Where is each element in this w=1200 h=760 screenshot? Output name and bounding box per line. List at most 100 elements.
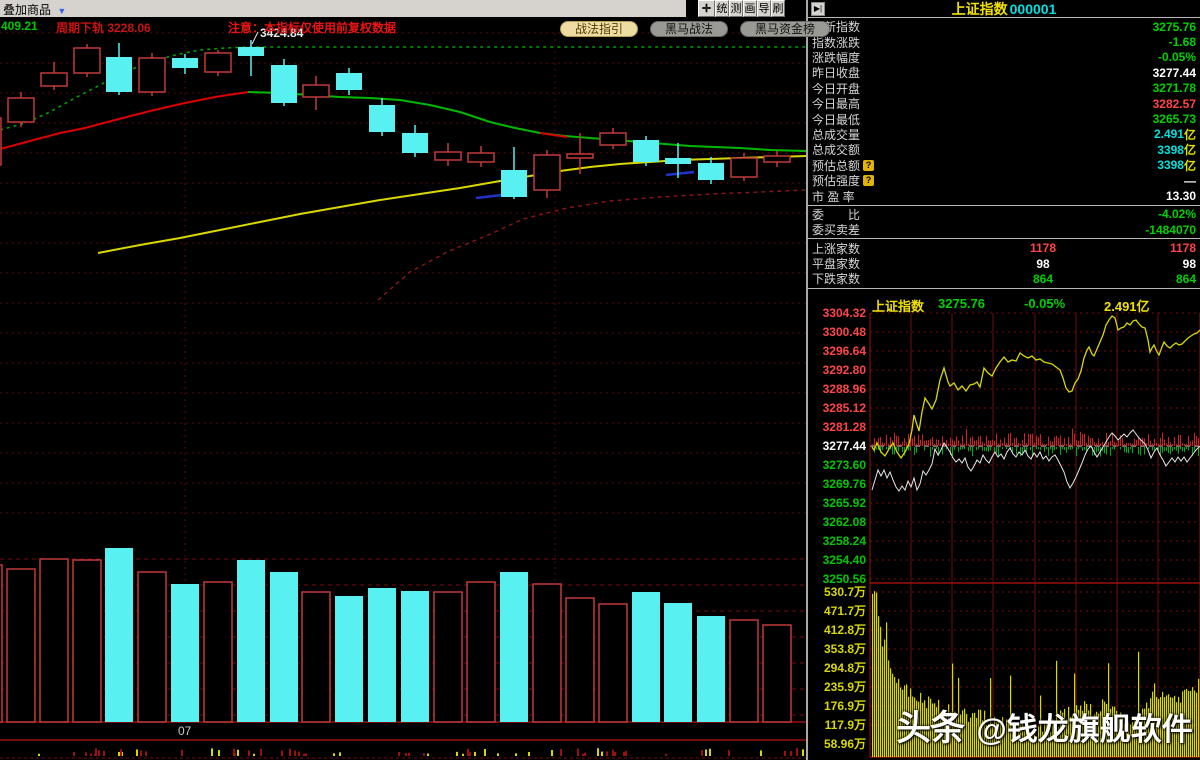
toolbar-button-5[interactable]: 刷 xyxy=(771,0,785,17)
volume-axis-label: 294.8万 xyxy=(824,661,866,675)
candle xyxy=(106,57,132,92)
candle xyxy=(73,47,101,74)
toolbar-button-1[interactable]: 统 xyxy=(715,0,729,17)
watermark: 头条 @钱龙旗舰软件 xyxy=(896,700,1193,751)
volume-bar xyxy=(6,568,36,723)
weekly-kline-chart[interactable]: 3424.84 07 xyxy=(0,0,806,760)
strategy-button-row: 战法指引 黑马战法 黑马资金榜 xyxy=(560,21,831,37)
candle xyxy=(369,105,395,132)
candle xyxy=(0,117,2,166)
volume-bar xyxy=(729,619,759,723)
price-axis-label: 3262.08 xyxy=(823,515,867,529)
candle xyxy=(238,47,264,56)
volume-bar xyxy=(0,564,3,723)
weekly-kline-pane: 3424.84 07 叠加商品 ▼ ✛ 统测画导刷 409.21 周期下轨 322… xyxy=(0,0,831,760)
candle xyxy=(302,84,330,98)
price-axis-label: 3250.56 xyxy=(823,572,867,586)
price-axis-label: 3285.12 xyxy=(823,401,867,415)
candle xyxy=(7,97,35,123)
volume-bar xyxy=(301,591,331,723)
candle xyxy=(533,154,561,191)
volume-bar xyxy=(500,572,528,722)
volume-axis-label: 235.9万 xyxy=(824,680,866,694)
price-axis-label: 3281.28 xyxy=(823,420,867,434)
price-axis-label: 3269.76 xyxy=(823,477,867,491)
price-axis-label: 3258.24 xyxy=(823,534,867,548)
candle xyxy=(434,151,462,161)
qianlong-trading-app: 3424.84 07 叠加商品 ▼ ✛ 统测画导刷 409.21 周期下轨 322… xyxy=(0,0,1200,760)
volume-axis-label: 471.7万 xyxy=(824,604,866,618)
volume-bar xyxy=(762,624,792,723)
candle xyxy=(336,73,362,90)
candle xyxy=(138,57,166,93)
volume-bar xyxy=(237,560,265,722)
price-axis-label: 3292.80 xyxy=(823,363,867,377)
candle xyxy=(204,52,232,73)
toolbar-button-3[interactable]: 画 xyxy=(743,0,757,17)
x-axis-month-label: 07 xyxy=(178,724,192,738)
volume-bar xyxy=(598,603,628,723)
pan-icon[interactable]: ✛ xyxy=(698,0,715,17)
volume-bar xyxy=(203,581,233,723)
candle xyxy=(730,157,758,178)
candle xyxy=(633,140,659,162)
volume-bar xyxy=(137,571,167,723)
price-axis-label: 3254.40 xyxy=(823,553,867,567)
toolbar-button-4[interactable]: 导 xyxy=(757,0,771,17)
volume-bar xyxy=(401,591,429,722)
candle xyxy=(40,72,68,87)
price-axis-label: 3296.64 xyxy=(823,344,867,358)
peak-price-label: 3424.84 xyxy=(260,26,304,40)
volume-bar xyxy=(532,583,562,723)
candle xyxy=(467,152,495,163)
quote-panel: 3304.32 3300.48 3296.64 3292.80 3288.96 3285.… xyxy=(806,0,1200,760)
dropdown-arrow-icon: ▼ xyxy=(57,6,67,16)
candle xyxy=(402,133,428,153)
chart-toolbar: ✛ 统测画导刷 xyxy=(698,0,785,17)
volume-bar xyxy=(565,597,595,723)
candle xyxy=(763,155,791,163)
toolbar-button-2[interactable]: 测 xyxy=(729,0,743,17)
candle xyxy=(271,65,297,103)
intraday-chart[interactable]: 3304.32 3300.48 3296.64 3292.80 3288.96 3285.… xyxy=(808,0,1200,760)
volume-axis-label: 353.8万 xyxy=(824,642,866,656)
volume-bar xyxy=(632,592,660,722)
candle xyxy=(501,170,527,197)
price-axis-label: 3288.96 xyxy=(823,382,867,396)
candle xyxy=(566,153,594,159)
price-axis-label: 3277.44 xyxy=(823,439,867,453)
volume-bar xyxy=(335,596,363,722)
volume-axis-label: 530.7万 xyxy=(824,585,866,599)
volume-bar xyxy=(39,558,69,723)
watermark-brand: 头条 xyxy=(896,709,965,748)
volume-bar xyxy=(72,559,102,723)
overlay-commodity-menu[interactable]: 叠加商品 ▼ xyxy=(3,1,67,17)
menubar-background xyxy=(0,0,686,17)
volume-bar xyxy=(697,616,725,722)
candle xyxy=(698,163,724,180)
volume-axis-label: 176.9万 xyxy=(824,699,866,713)
watermark-handle: @钱龙旗舰软件 xyxy=(976,712,1193,747)
candle xyxy=(599,132,627,146)
volume-axis-label: 412.8万 xyxy=(824,623,866,637)
volume-bar xyxy=(664,603,692,722)
price-axis-label: 3304.32 xyxy=(823,306,867,320)
strategy-button-3[interactable]: 黑马资金榜 xyxy=(740,21,831,37)
volume-axis-label: 117.9万 xyxy=(825,718,866,732)
overlay-menu-label: 叠加商品 xyxy=(3,3,52,17)
volume-bar xyxy=(433,591,463,723)
candle xyxy=(665,158,691,164)
volume-axis-label: 58.96万 xyxy=(824,737,866,751)
volume-bar xyxy=(466,581,496,723)
strategy-button-2[interactable]: 黑马战法 xyxy=(650,21,729,37)
price-axis-label: 3265.92 xyxy=(823,496,867,510)
menubar: 叠加商品 ▼ ✛ 统测画导刷 xyxy=(0,0,806,17)
volume-bar xyxy=(270,572,298,722)
candle xyxy=(172,58,198,68)
price-axis-label: 3300.48 xyxy=(823,325,867,339)
volume-bar xyxy=(105,548,133,722)
volume-bar xyxy=(368,588,396,722)
volume-bar xyxy=(171,584,199,722)
price-axis-label: 3273.60 xyxy=(823,458,867,472)
strategy-button-1[interactable]: 战法指引 xyxy=(560,21,639,37)
